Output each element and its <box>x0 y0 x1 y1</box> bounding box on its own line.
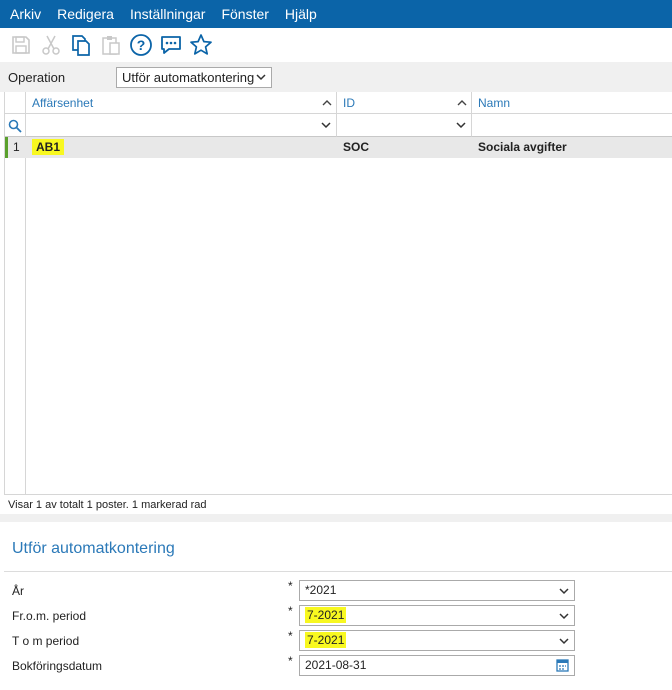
grid-status-text: Visar 1 av totalt 1 poster. 1 markerad r… <box>4 494 672 514</box>
menu-hjalp[interactable]: Hjälp <box>277 0 325 28</box>
filter-search-cell[interactable] <box>5 114 26 137</box>
toolbar: ? <box>0 28 672 62</box>
required-mark: * <box>288 579 293 593</box>
required-mark: * <box>288 654 293 668</box>
operation-value: Utför automatkontering <box>122 70 255 85</box>
operation-select[interactable]: Utför automatkontering <box>116 67 272 88</box>
save-icon[interactable] <box>6 30 36 60</box>
chevron-down-icon <box>456 118 466 135</box>
column-header-affarsenhet[interactable]: Affärsenhet <box>26 92 337 114</box>
cell-id[interactable]: SOC <box>337 137 472 158</box>
cell-affarsenhet[interactable]: AB1 <box>26 137 337 158</box>
filter-namn[interactable] <box>472 114 672 137</box>
section-title: Utför automatkontering <box>12 540 175 557</box>
grid-corner <box>5 92 26 114</box>
menu-installningar[interactable]: Inställningar <box>122 0 214 28</box>
tom-period-select[interactable]: 7-2021 <box>299 630 575 651</box>
chevron-down-icon <box>256 68 266 92</box>
required-mark: * <box>288 604 293 618</box>
data-grid: Affärsenhet ID Namn 1 AB1 SOC Sociala av… <box>4 92 672 514</box>
chevron-down-icon <box>321 118 331 135</box>
help-icon[interactable]: ? <box>126 30 156 60</box>
field-label-from-period: Fr.o.m. period <box>12 609 87 623</box>
favorite-star-icon[interactable] <box>186 30 216 60</box>
menu-arkiv[interactable]: Arkiv <box>0 0 49 28</box>
menu-redigera[interactable]: Redigera <box>49 0 122 28</box>
column-header-namn[interactable]: Namn <box>472 92 672 114</box>
from-period-select[interactable]: 7-2021 <box>299 605 575 626</box>
divider <box>0 514 672 522</box>
svg-text:?: ? <box>137 37 146 53</box>
column-header-id[interactable]: ID <box>337 92 472 114</box>
cut-icon[interactable] <box>36 30 66 60</box>
divider <box>4 571 672 572</box>
chevron-down-icon <box>559 634 569 654</box>
table-row[interactable]: 1 AB1 SOC Sociala avgifter <box>5 137 672 158</box>
calendar-icon[interactable] <box>556 658 569 678</box>
chevron-down-icon <box>559 609 569 629</box>
chat-icon[interactable] <box>156 30 186 60</box>
field-label-ar: År <box>12 584 24 598</box>
ar-select[interactable]: *2021 <box>299 580 575 601</box>
paste-icon[interactable] <box>96 30 126 60</box>
filter-id[interactable] <box>337 114 472 137</box>
field-label-tom-period: T o m period <box>12 634 80 648</box>
row-number: 1 <box>13 140 20 154</box>
filter-affarsenhet[interactable] <box>26 114 337 137</box>
menu-fonster[interactable]: Fönster <box>213 0 276 28</box>
field-label-bokforingsdatum: Bokföringsdatum <box>12 659 103 673</box>
search-icon <box>8 119 22 133</box>
menu-bar: Arkiv Redigera Inställningar Fönster Hjä… <box>0 0 672 28</box>
operation-bar: Operation Utför automatkontering <box>0 62 672 92</box>
copy-icon[interactable] <box>66 30 96 60</box>
operation-label: Operation <box>8 70 66 85</box>
chevron-down-icon <box>559 584 569 604</box>
bokforingsdatum-input[interactable]: 2021-08-31 <box>299 655 575 676</box>
cell-namn[interactable]: Sociala avgifter <box>472 137 672 158</box>
required-mark: * <box>288 629 293 643</box>
